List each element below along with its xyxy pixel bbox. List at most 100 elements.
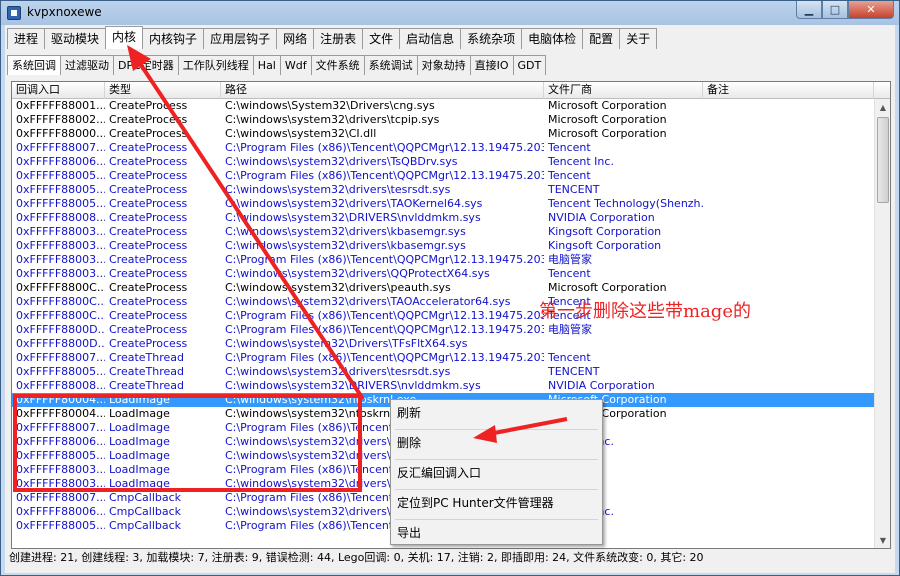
subtab-9[interactable]: 直接IO xyxy=(469,55,514,75)
table-row[interactable]: 0xFFFFF88005... CreateProcess C:\windows\s… xyxy=(12,183,874,197)
subtab-1[interactable]: 过滤驱动 xyxy=(60,55,114,75)
table-row[interactable]: 0xFFFFF88008... CreateThread C:\windows\sy… xyxy=(12,379,874,393)
subtab-4[interactable]: Hal xyxy=(252,55,281,75)
table-row[interactable]: 0xFFFFF88003... CreateProcess C:\windows\s… xyxy=(12,239,874,253)
tab-11[interactable]: 配置 xyxy=(582,28,621,49)
entry-cell: 0xFFFFF88003... xyxy=(16,267,105,280)
path-cell: C:\windows\system32\drivers\kbasemgr.sys xyxy=(225,225,466,238)
vendor-cell: 电脑管家 xyxy=(548,323,592,336)
table-row[interactable]: 0xFFFFF8800D... CreateProcess C:\windows\s… xyxy=(12,337,874,351)
tab-3[interactable]: 内核钩子 xyxy=(142,28,205,49)
table-row[interactable]: 0xFFFFF8800D... CreateProcess C:\Program F… xyxy=(12,323,874,337)
menu-item-disassemble[interactable]: 反汇编回调入口 xyxy=(395,462,598,484)
tab-8[interactable]: 启动信息 xyxy=(399,28,462,49)
type-cell: CreateProcess xyxy=(109,267,188,280)
type-cell: CreateProcess xyxy=(109,211,188,224)
minimize-button[interactable]: ▁ xyxy=(796,1,822,19)
tab-7[interactable]: 文件 xyxy=(362,28,401,49)
type-cell: CreateProcess xyxy=(109,99,188,112)
entry-cell: 0xFFFFF88003... xyxy=(16,253,105,266)
tab-10[interactable]: 电脑体检 xyxy=(521,28,584,49)
vendor-cell: TENCENT xyxy=(548,183,600,196)
subtab-2[interactable]: DPC定时器 xyxy=(113,55,179,75)
title-bar[interactable]: kvpxnoxewe ▁ □ ✕ xyxy=(1,1,899,25)
scroll-thumb[interactable] xyxy=(877,117,889,203)
type-cell: CreateProcess xyxy=(109,225,188,238)
entry-cell: 0xFFFFF88006... xyxy=(16,155,105,168)
path-cell: C:\windows\system32\drivers\peauth.sys xyxy=(225,281,451,294)
column-header-vendor[interactable]: 文件厂商 xyxy=(544,82,703,99)
table-row[interactable]: 0xFFFFF88001... CreateProcess C:\windows\S… xyxy=(12,99,874,113)
subtab-6[interactable]: 文件系统 xyxy=(310,55,365,75)
entry-cell: 0xFFFFF8800C... xyxy=(16,309,105,322)
menu-item-delete[interactable]: 删除 xyxy=(395,432,598,454)
type-cell: CreateProcess xyxy=(109,295,188,308)
table-row[interactable]: 0xFFFFF88006... CreateProcess C:\windows\s… xyxy=(12,155,874,169)
subtab-7[interactable]: 系统调试 xyxy=(363,55,418,75)
tab-4[interactable]: 应用层钩子 xyxy=(203,28,278,49)
vendor-cell: Microsoft Corporation xyxy=(548,127,667,140)
table-row[interactable]: 0xFFFFF88008... CreateProcess C:\windows\s… xyxy=(12,211,874,225)
path-cell: C:\windows\system32\drivers\TAOKernel64.… xyxy=(225,197,483,210)
menu-item-locate-file[interactable]: 定位到PC Hunter文件管理器 xyxy=(395,492,598,514)
tab-0[interactable]: 进程 xyxy=(7,28,46,49)
table-row[interactable]: 0xFFFFF88007... CreateThread C:\Program Fi… xyxy=(12,351,874,365)
column-header-path[interactable]: 路径 xyxy=(221,82,544,99)
subtab-10[interactable]: GDT xyxy=(512,55,547,75)
column-header-entry[interactable]: 回调入口 xyxy=(12,82,105,99)
entry-cell: 0xFFFFF88005... xyxy=(16,169,105,182)
entry-cell: 0xFFFFF8800D... xyxy=(16,337,105,350)
subtab-3[interactable]: 工作队列线程 xyxy=(177,55,254,75)
vendor-cell: Tencent xyxy=(548,169,591,182)
vertical-scrollbar[interactable]: ▲ ▼ xyxy=(874,99,890,548)
path-cell: C:\windows\system32\drivers\TsQBDrv.sys xyxy=(225,155,458,168)
subtab-8[interactable]: 对象劫持 xyxy=(416,55,471,75)
column-header-note[interactable]: 备注 xyxy=(703,82,874,99)
entry-cell: 0xFFFFF88007... xyxy=(16,351,105,364)
column-header-type[interactable]: 类型 xyxy=(105,82,221,99)
menu-separator xyxy=(395,519,598,520)
tab-6[interactable]: 注册表 xyxy=(313,28,364,49)
type-cell: CmpCallback xyxy=(109,491,182,504)
table-row[interactable]: 0xFFFFF88007... CreateProcess C:\Program F… xyxy=(12,141,874,155)
path-cell: C:\windows\system32\DRIVERS\nvlddmkm.sys xyxy=(225,379,481,392)
entry-cell: 0xFFFFF88005... xyxy=(16,519,105,532)
tab-2[interactable]: 内核 xyxy=(105,26,144,49)
tab-5[interactable]: 网络 xyxy=(276,28,315,49)
type-cell: CreateProcess xyxy=(109,183,188,196)
type-cell: CreateProcess xyxy=(109,169,188,182)
type-cell: CreateProcess xyxy=(109,239,188,252)
subtab-5[interactable]: Wdf xyxy=(279,55,312,75)
tab-12[interactable]: 关于 xyxy=(619,28,658,49)
menu-item-refresh[interactable]: 刷新 xyxy=(395,402,598,424)
path-cell: C:\Program Files (x86)\Tencent\QQPCMgr\1… xyxy=(225,253,544,266)
tab-9[interactable]: 系统杂项 xyxy=(460,28,523,49)
scroll-up-icon[interactable]: ▲ xyxy=(875,99,890,115)
table-row[interactable]: 0xFFFFF88000... CreateProcess C:\windows\s… xyxy=(12,127,874,141)
maximize-button[interactable]: □ xyxy=(822,1,848,19)
entry-cell: 0xFFFFF88001... xyxy=(16,99,105,112)
sub-tabs: 系统回调 过滤驱动 DPC定时器 工作队列线程 Hal Wdf 文件系统 系统调试 对象劫持 直接… xyxy=(7,55,547,75)
table-row[interactable]: 0xFFFFF88003... CreateProcess C:\windows\s… xyxy=(12,267,874,281)
type-cell: CmpCallback xyxy=(109,505,182,518)
vendor-cell: Kingsoft Corporation xyxy=(548,225,662,238)
close-button[interactable]: ✕ xyxy=(848,1,894,19)
entry-cell: 0xFFFFF8800C... xyxy=(16,295,105,308)
table-row[interactable]: 0xFFFFF88005... CreateProcess C:\windows\s… xyxy=(12,197,874,211)
table-row[interactable]: 0xFFFFF88003... CreateProcess C:\windows\s… xyxy=(12,225,874,239)
entry-cell: 0xFFFFF88008... xyxy=(16,379,105,392)
menu-item-export[interactable]: 导出 xyxy=(395,522,598,544)
table-row[interactable]: 0xFFFFF88003... CreateProcess C:\Program F… xyxy=(12,253,874,267)
path-cell: C:\windows\system32\drivers\tesrsdt.sys xyxy=(225,183,451,196)
entry-cell: 0xFFFFF88005... xyxy=(16,197,105,210)
table-row[interactable]: 0xFFFFF88005... CreateThread C:\windows\sy… xyxy=(12,365,874,379)
entry-cell: 0xFFFFF88002... xyxy=(16,113,105,126)
subtab-0[interactable]: 系统回调 xyxy=(7,55,61,75)
table-row[interactable]: 0xFFFFF88002... CreateProcess C:\windows\s… xyxy=(12,113,874,127)
table-row[interactable]: 0xFFFFF8800C... CreateProcess C:\windows\s… xyxy=(12,281,874,295)
entry-cell: 0xFFFFF88000... xyxy=(16,127,105,140)
scroll-down-icon[interactable]: ▼ xyxy=(875,532,890,548)
entry-cell: 0xFFFFF8800C... xyxy=(16,281,105,294)
table-row[interactable]: 0xFFFFF88005... CreateProcess C:\Program F… xyxy=(12,169,874,183)
tab-1[interactable]: 驱动模块 xyxy=(44,28,107,49)
